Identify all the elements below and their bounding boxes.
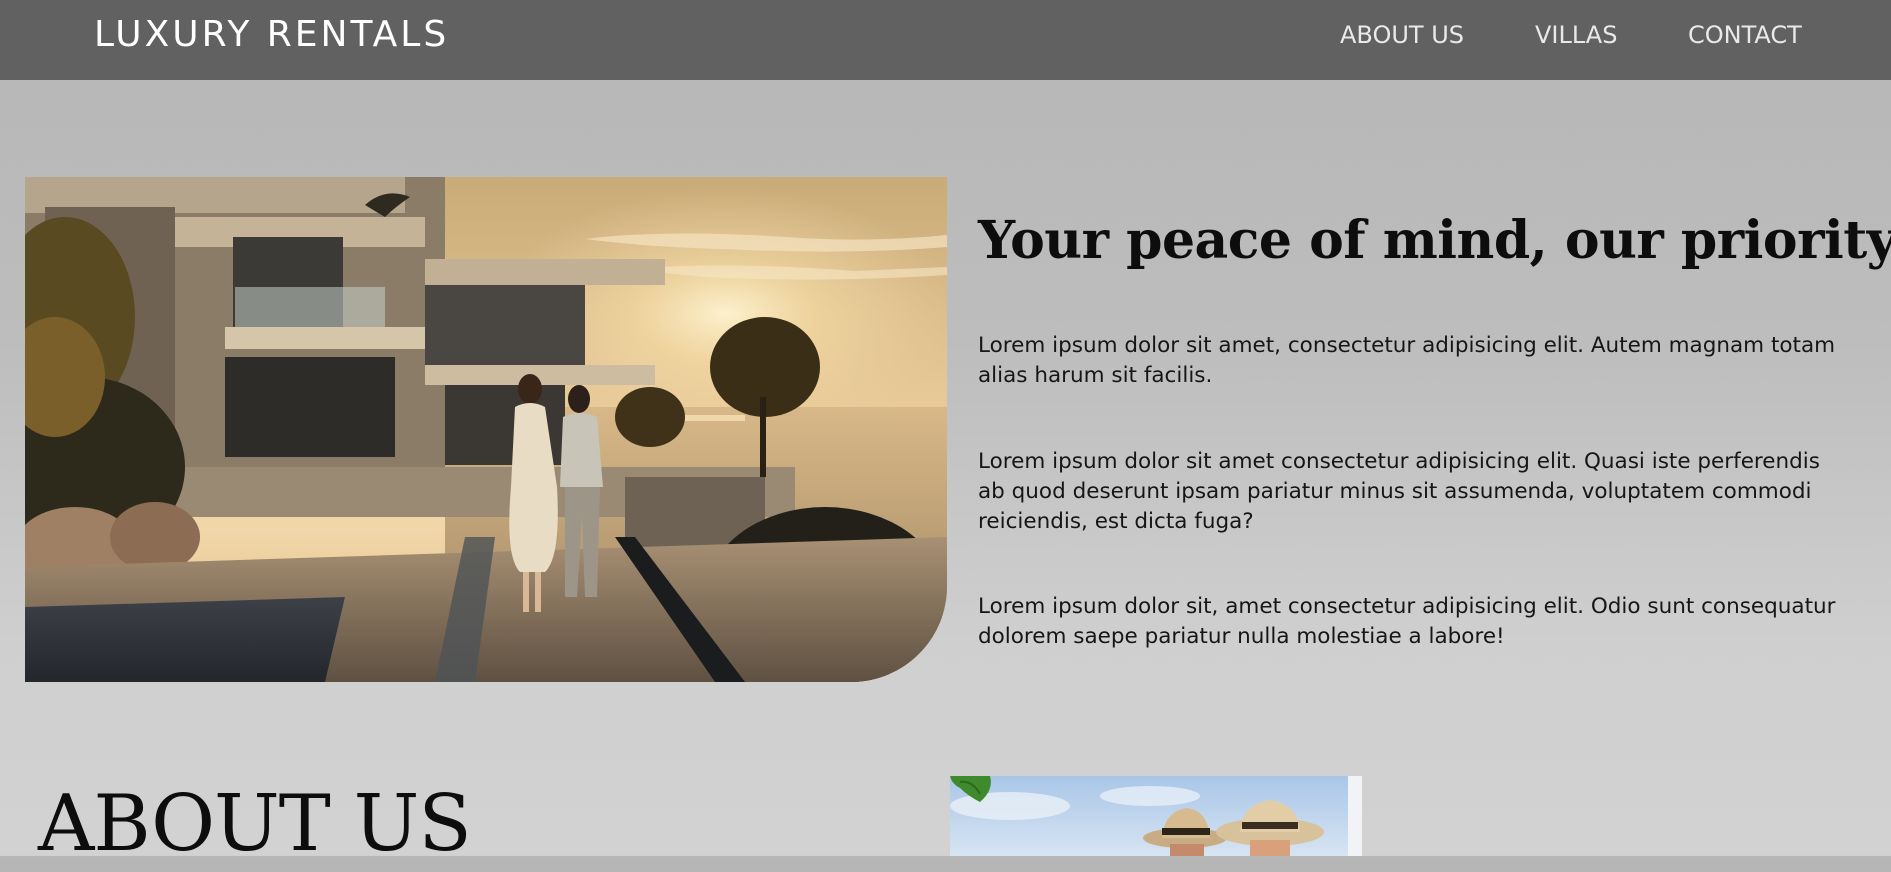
brand-logo[interactable]: LUXURY RENTALS bbox=[94, 13, 449, 57]
paragraph-line: Lorem ipsum dolor sit amet, consectetur … bbox=[978, 333, 1836, 358]
about-heading: ABOUT US bbox=[38, 779, 472, 869]
hero-title: Your peace of mind, our priority! bbox=[978, 210, 1891, 271]
nav-link-about-us[interactable]: ABOUT US bbox=[1340, 21, 1464, 49]
navbar: LUXURY RENTALS ABOUT US VILLAS CONTACT bbox=[0, 0, 1891, 80]
paragraph-line: reiciendis, est dicta fuga? bbox=[978, 509, 1254, 534]
about-couple-image bbox=[950, 776, 1362, 856]
paragraph-line: Lorem ipsum dolor sit, amet consectetur … bbox=[978, 594, 1836, 619]
paragraph-line: alias harum sit facilis. bbox=[978, 363, 1213, 388]
hero-villa-image bbox=[25, 177, 947, 682]
nav-link-contact[interactable]: CONTACT bbox=[1688, 21, 1802, 49]
paragraph-line: ab quod deserunt ipsam pariatur minus si… bbox=[978, 479, 1812, 504]
paragraph-line: Lorem ipsum dolor sit amet consectetur a… bbox=[978, 449, 1820, 474]
hero-paragraph-2: Lorem ipsum dolor sit amet consectetur a… bbox=[978, 447, 1888, 537]
hero-paragraph-1: Lorem ipsum dolor sit amet, consectetur … bbox=[978, 331, 1888, 391]
nav-link-villas[interactable]: VILLAS bbox=[1535, 21, 1617, 49]
paragraph-line: dolorem saepe pariatur nulla molestiae a… bbox=[978, 624, 1505, 649]
hero-paragraph-3: Lorem ipsum dolor sit, amet consectetur … bbox=[978, 592, 1888, 652]
